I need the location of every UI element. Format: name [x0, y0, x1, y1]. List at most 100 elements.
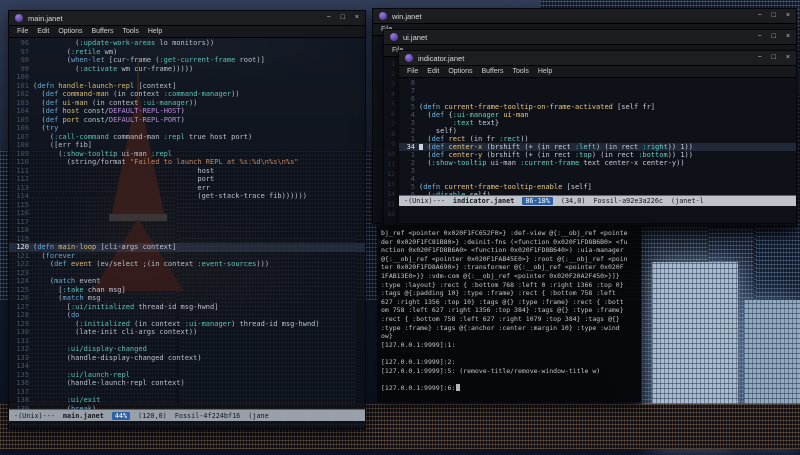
menu-item[interactable]: Buffers [91, 28, 113, 35]
code-line[interactable]: 100 [9, 73, 365, 82]
menu-item[interactable]: File [407, 68, 418, 75]
terminal-line: nction 0x020F1FD8B6A0> <function 0x020F1… [381, 246, 624, 255]
code-line[interactable]: 109 (:show-tooltip ui-man :repl [9, 150, 365, 159]
code-line[interactable]: 136 (handle-launch-repl context) [9, 379, 365, 388]
menu-item[interactable]: Help [148, 28, 162, 35]
close-button[interactable]: × [355, 13, 359, 23]
code-line[interactable]: 101 (defn handle-launch-repl [context] [9, 82, 365, 91]
code-area[interactable]: 8 7 6 5 (defn current-frame-tooltip-on-f… [399, 78, 796, 195]
repl-terminal-window[interactable]: bj_ref <pointer 0x020F1FC652F0>} :def-vi… [377, 225, 641, 402]
code-line[interactable]: 4 (def {:ui-manager ui-man [399, 111, 796, 119]
code-line[interactable]: 135 :ui/launch-repl [9, 371, 365, 380]
code-line[interactable]: 5 (defn current-frame-tooltip-enable [se… [399, 183, 796, 191]
code-area[interactable]: 96 (:update-work-areas lo monitors)) 97 … [9, 38, 365, 409]
code-line[interactable]: 127 [:ui/initialized thread-id msg-hwnd] [9, 303, 365, 312]
code-line[interactable]: 128 (do [9, 311, 365, 320]
code-line[interactable]: 6 [399, 95, 796, 103]
code-line[interactable]: 119 [9, 235, 365, 244]
titlebar[interactable]: indicator.janet − □ × [399, 51, 796, 66]
code-line[interactable]: 34 (def center-x (brshift (+ (in rect :l… [399, 143, 796, 151]
maximize-button[interactable]: □ [772, 53, 776, 63]
menu-item[interactable]: Tools [513, 68, 529, 75]
menu-item[interactable]: Options [58, 28, 82, 35]
code-line[interactable]: 123 [9, 269, 365, 278]
line-number: 104 [16, 107, 29, 115]
close-button[interactable]: × [786, 53, 790, 63]
code-line[interactable]: 110 (string/format "Failed to launch REP… [9, 158, 365, 167]
code-line[interactable]: 3 [399, 167, 796, 175]
titlebar[interactable]: ui.janet − □ × [384, 30, 796, 45]
code-line[interactable]: 1 (def center-y (brshift (+ (in rect :to… [399, 151, 796, 159]
code-line[interactable]: 2 self) [399, 127, 796, 135]
menu-item[interactable]: File [17, 28, 28, 35]
titlebar[interactable]: main.janet − □ × [9, 11, 365, 26]
code-text: (string/format "Failed to launch REPL at… [33, 158, 299, 166]
code-line[interactable]: 108 ([err fib] [9, 141, 365, 150]
line-number: 1 [410, 135, 415, 143]
code-line[interactable]: 115 [9, 201, 365, 210]
code-line[interactable]: 114 (get-stack-trace fib)))))) [9, 192, 365, 201]
code-line[interactable]: 106 (try [9, 124, 365, 133]
menu-item[interactable]: Edit [427, 68, 439, 75]
minimize-button[interactable]: − [758, 32, 762, 42]
menu-item[interactable]: Buffers [481, 68, 503, 75]
code-line[interactable]: 8 [399, 79, 796, 87]
close-button[interactable]: × [786, 32, 790, 42]
code-line[interactable]: 7 [399, 87, 796, 95]
maximize-button[interactable]: □ [772, 11, 776, 21]
code-text: (defn current-frame-tooltip-enable [self… [419, 183, 592, 191]
close-button[interactable]: × [786, 11, 790, 21]
code-line[interactable]: 117 [9, 218, 365, 227]
code-line[interactable]: 97 (:retile wm) [9, 48, 365, 57]
code-line[interactable]: 105 (def port const/DEFAULT-REPL-PORT) [9, 116, 365, 125]
code-line[interactable]: 125 [:take chan msg] [9, 286, 365, 295]
code-line[interactable]: 126 (match msg [9, 294, 365, 303]
code-line[interactable]: 111 host [9, 167, 365, 176]
code-line[interactable]: 137 [9, 388, 365, 397]
code-line[interactable]: 107 (:call-command command-man :repl tru… [9, 133, 365, 142]
code-line[interactable]: 3 :text text} [399, 119, 796, 127]
code-line[interactable]: 139 (break) [9, 405, 365, 410]
code-line[interactable]: 133 (handle-display-changed context) [9, 354, 365, 363]
code-line[interactable]: 1 (def rect (in fr :rect)) [399, 135, 796, 143]
code-line[interactable]: 102 (def command-man (in context :comman… [9, 90, 365, 99]
code-line[interactable]: 138 :ui/exit [9, 396, 365, 405]
code-line[interactable]: 2 (:show-tooltip ui-man :current-frame t… [399, 159, 796, 167]
menu-item[interactable]: Options [448, 68, 472, 75]
titlebar[interactable]: win.janet − □ × [373, 9, 796, 24]
minimize-button[interactable]: − [758, 53, 762, 63]
code-line[interactable]: 132 :ui/display-changed [9, 345, 365, 354]
code-text: (defn handle-launch-repl [context] [33, 81, 177, 90]
code-line[interactable]: 96 (:update-work-areas lo monitors)) [9, 39, 365, 48]
code-line[interactable]: 4 [399, 175, 796, 183]
line-number: 1 [410, 151, 415, 159]
maximize-button[interactable]: □ [772, 32, 776, 42]
minimize-button[interactable]: − [758, 11, 762, 21]
code-line[interactable]: 121 (forever [9, 252, 365, 261]
code-line[interactable]: 112 port [9, 175, 365, 184]
code-line[interactable]: 129 (:initialized (in context :ui-manage… [9, 320, 365, 329]
code-line[interactable]: 124 (match event [9, 277, 365, 286]
modeline-position-badge: 86-18% [522, 197, 553, 205]
maximize-button[interactable]: □ [341, 13, 345, 23]
code-line[interactable]: 5 (defn current-frame-tooltip-on-frame-a… [399, 103, 796, 111]
code-line[interactable]: 98 (when-let [cur-frame (:get-current-fr… [9, 56, 365, 65]
code-line[interactable]: 134 [9, 362, 365, 371]
code-line[interactable]: 113 err [9, 184, 365, 193]
code-line[interactable]: 104 (def host const/DEFAULT-REPL-HOST) [9, 107, 365, 116]
line-number: 11 [387, 160, 395, 168]
code-line[interactable]: 99 (:activate wm cur-frame))))) [9, 65, 365, 74]
code-line[interactable]: 131 [9, 337, 365, 346]
code-line[interactable]: 116 [9, 209, 365, 218]
menu-item[interactable]: Help [538, 68, 552, 75]
code-line[interactable]: 103 (def ui-man (in context :ui-manager)… [9, 99, 365, 108]
code-line[interactable]: 120 (defn main-loop [cli-args context] [9, 243, 365, 252]
minimize-button[interactable]: − [327, 13, 331, 23]
menu-item[interactable]: Edit [37, 28, 49, 35]
code-line[interactable]: 130 (late-init cli-args context)) [9, 328, 365, 337]
code-line[interactable]: 122 (def event (ev/select ;(in context :… [9, 260, 365, 269]
code-line[interactable]: 118 [9, 226, 365, 235]
menu-item[interactable]: Tools [123, 28, 139, 35]
